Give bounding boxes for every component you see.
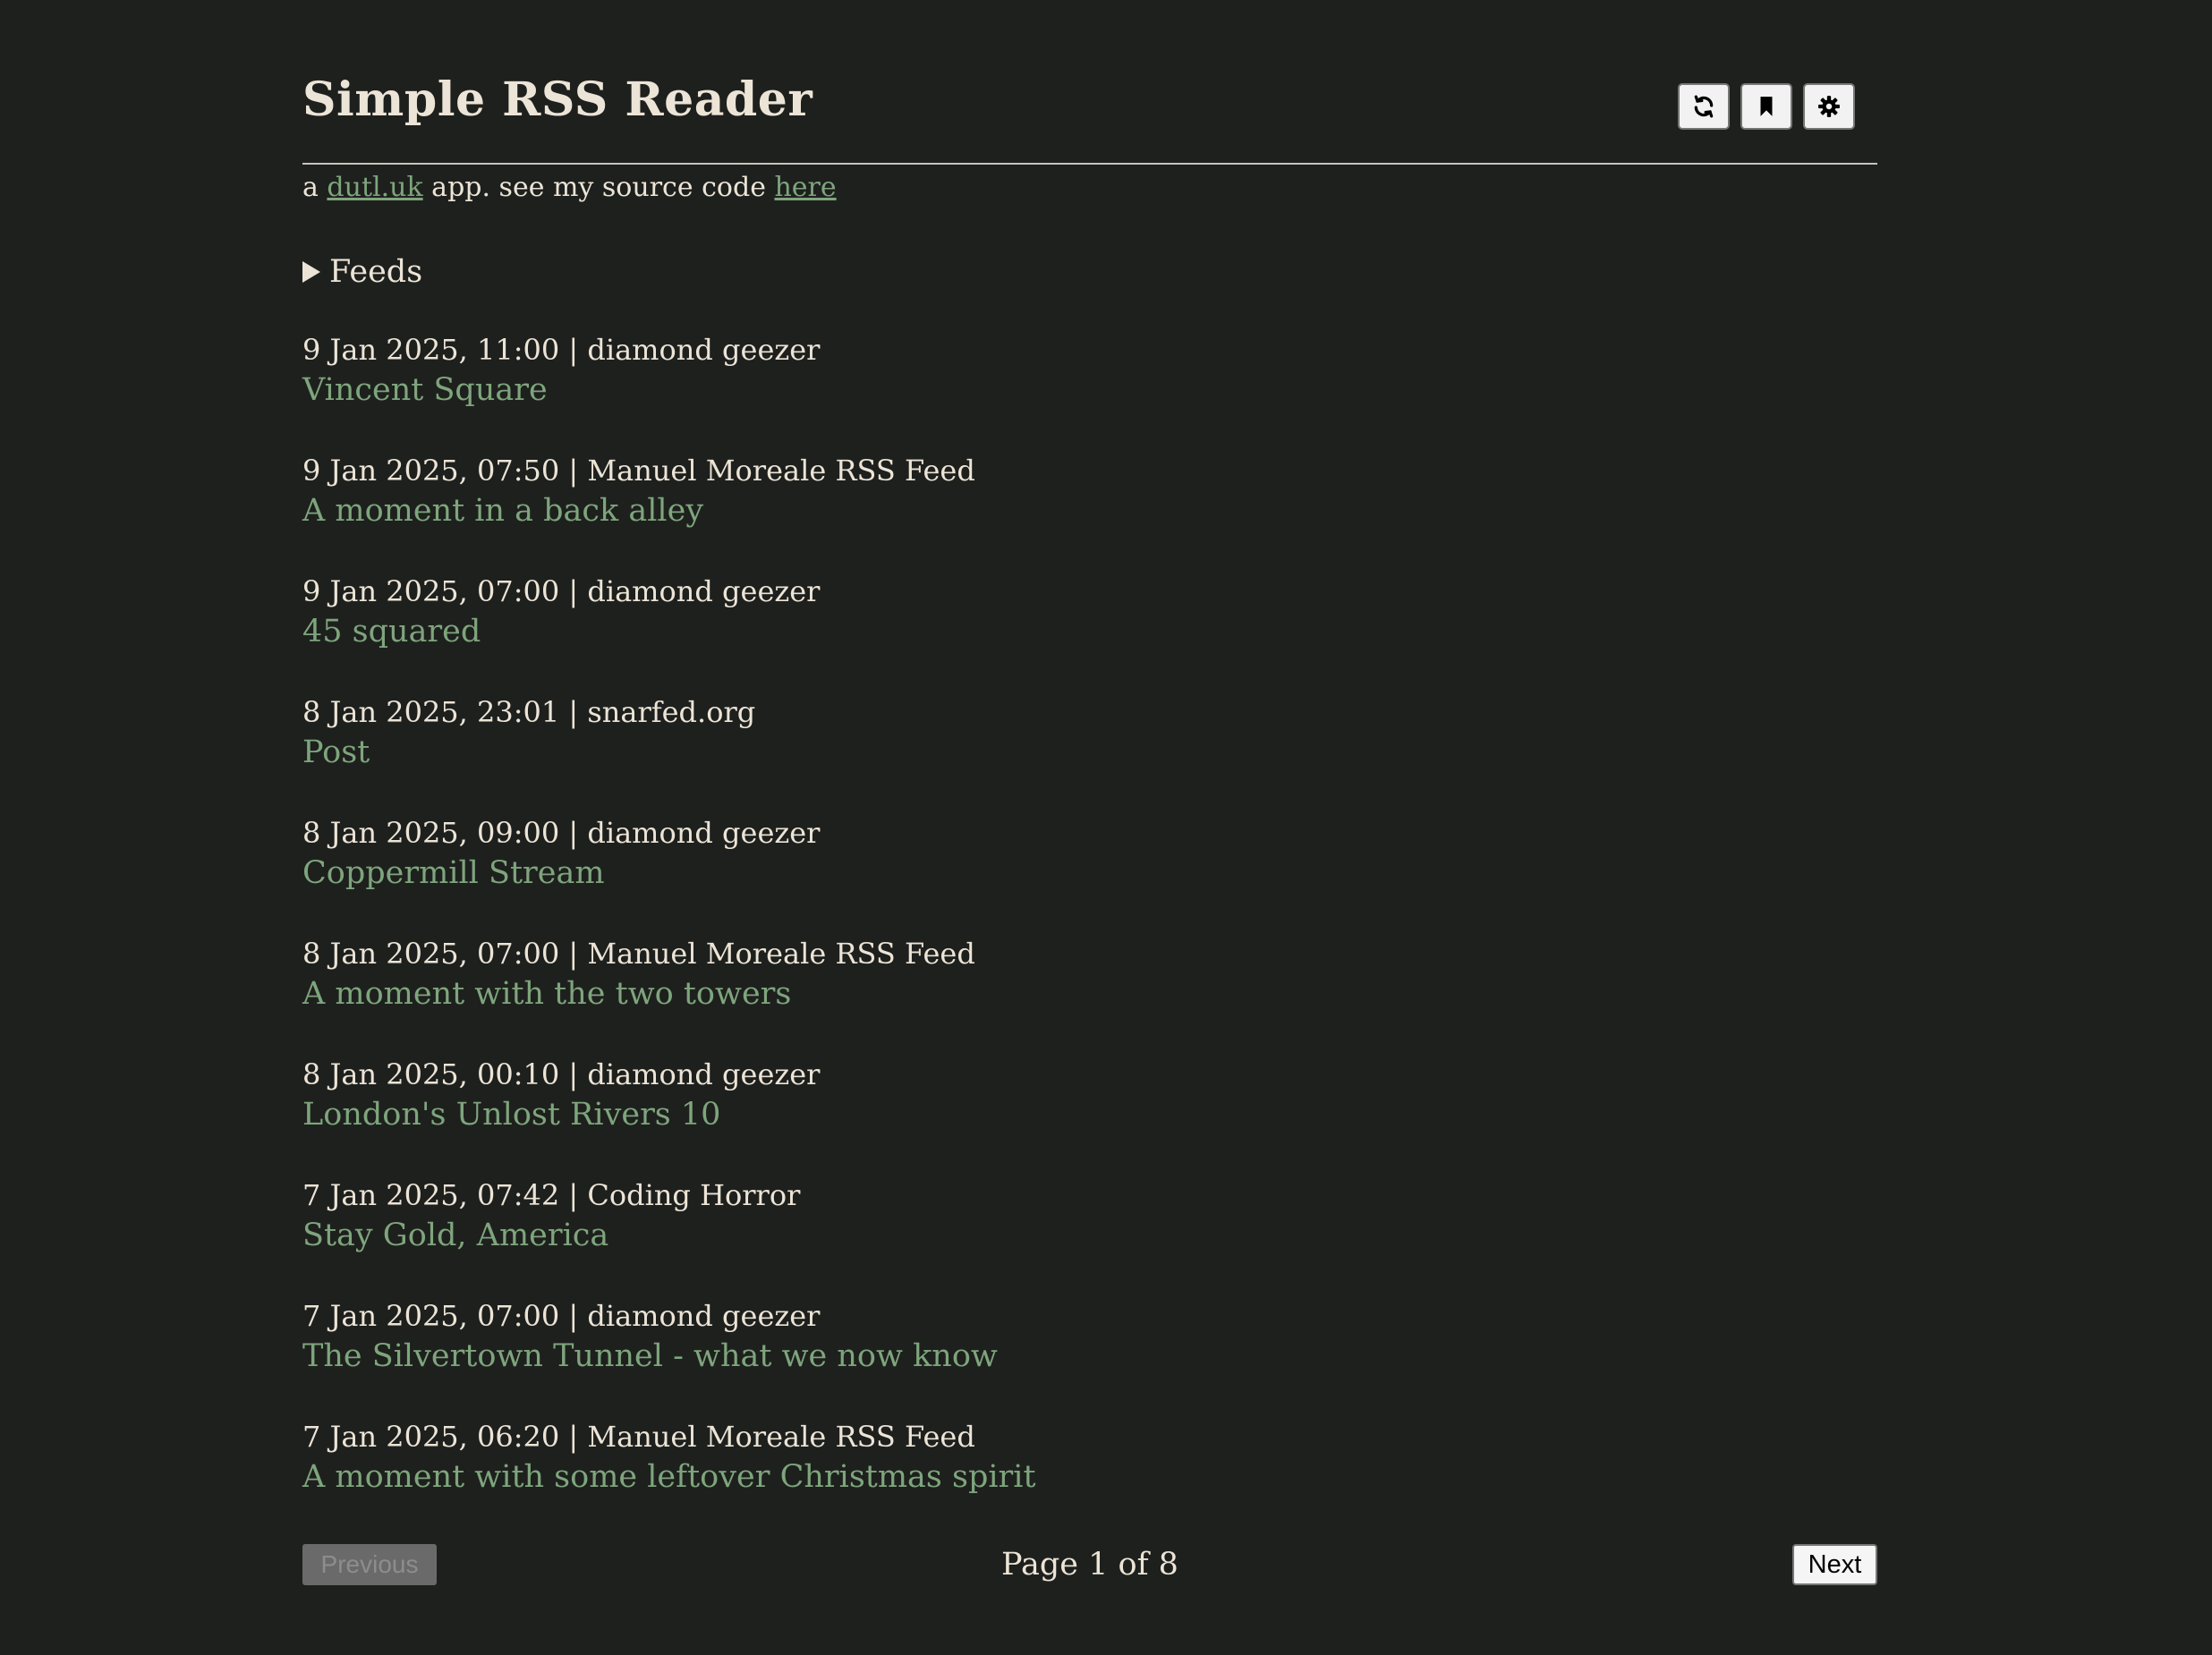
refresh-icon — [1694, 95, 1714, 118]
feed-item-list: 9 Jan 2025, 11:00 | diamond geezer Vince… — [302, 331, 1877, 1539]
feed-item: 7 Jan 2025, 07:00 | diamond geezer The S… — [302, 1297, 1877, 1418]
item-title-link[interactable]: London's Unlost Rivers 10 — [302, 1093, 1877, 1136]
item-meta: 9 Jan 2025, 07:50 | Manuel Moreale RSS F… — [302, 454, 975, 488]
pagination: Previous Page 1 of 8 Next — [302, 1544, 1877, 1587]
disclosure-triangle-icon — [302, 261, 320, 283]
feed-item: 9 Jan 2025, 07:50 | Manuel Moreale RSS F… — [302, 452, 1877, 573]
subtitle-middle: app. see my source code — [422, 172, 775, 203]
item-meta: 7 Jan 2025, 07:42 | Coding Horror — [302, 1178, 801, 1212]
bookmarks-button[interactable] — [1740, 83, 1792, 130]
item-meta: 8 Jan 2025, 00:10 | diamond geezer — [302, 1057, 821, 1091]
item-meta: 7 Jan 2025, 07:00 | diamond geezer — [302, 1299, 821, 1333]
item-title-link[interactable]: Stay Gold, America — [302, 1214, 1877, 1257]
item-meta: 8 Jan 2025, 09:00 | diamond geezer — [302, 816, 821, 850]
gear-icon — [1818, 96, 1840, 117]
next-button[interactable]: Next — [1792, 1544, 1877, 1585]
item-title-link[interactable]: A moment with some leftover Christmas sp… — [302, 1456, 1877, 1498]
source-code-link[interactable]: here — [774, 172, 836, 203]
page-container: Simple RSS Reader a dutl.uk app. see my … — [302, 0, 1877, 1585]
subtitle: a dutl.uk app. see my source code here — [302, 170, 837, 206]
item-title-link[interactable]: A moment with the two towers — [302, 972, 1877, 1015]
item-meta: 9 Jan 2025, 07:00 | diamond geezer — [302, 574, 821, 608]
subtitle-prefix: a — [302, 172, 328, 203]
header: Simple RSS Reader — [302, 0, 1877, 165]
feed-item: 9 Jan 2025, 07:00 | diamond geezer 45 sq… — [302, 573, 1877, 693]
feed-item: 8 Jan 2025, 00:10 | diamond geezer Londo… — [302, 1056, 1877, 1176]
item-title-link[interactable]: Coppermill Stream — [302, 852, 1877, 895]
feed-item: 7 Jan 2025, 06:20 | Manuel Moreale RSS F… — [302, 1418, 1877, 1539]
feed-item: 8 Jan 2025, 09:00 | diamond geezer Coppe… — [302, 814, 1877, 935]
item-meta: 7 Jan 2025, 06:20 | Manuel Moreale RSS F… — [302, 1420, 975, 1454]
page-title: Simple RSS Reader — [302, 72, 813, 127]
feed-item: 9 Jan 2025, 11:00 | diamond geezer Vince… — [302, 331, 1877, 452]
toolbar — [1678, 83, 1855, 130]
item-title-link[interactable]: Vincent Square — [302, 369, 1877, 412]
item-meta: 9 Jan 2025, 11:00 | diamond geezer — [302, 333, 821, 367]
feeds-toggle[interactable]: Feeds — [302, 250, 422, 293]
item-title-link[interactable]: Post — [302, 731, 1877, 774]
feed-item: 8 Jan 2025, 23:01 | snarfed.org Post — [302, 693, 1877, 814]
settings-button[interactable] — [1803, 83, 1855, 130]
item-title-link[interactable]: A moment in a back alley — [302, 489, 1877, 532]
item-meta: 8 Jan 2025, 23:01 | snarfed.org — [302, 695, 756, 729]
feed-item: 7 Jan 2025, 07:42 | Coding Horror Stay G… — [302, 1176, 1877, 1297]
item-title-link[interactable]: The Silvertown Tunnel - what we now know — [302, 1335, 1877, 1378]
feed-item: 8 Jan 2025, 07:00 | Manuel Moreale RSS F… — [302, 935, 1877, 1056]
bookmark-icon — [1760, 97, 1773, 116]
item-meta: 8 Jan 2025, 07:00 | Manuel Moreale RSS F… — [302, 937, 975, 971]
site-link[interactable]: dutl.uk — [327, 172, 422, 203]
feeds-label: Feeds — [329, 254, 423, 290]
item-title-link[interactable]: 45 squared — [302, 610, 1877, 653]
refresh-button[interactable] — [1678, 83, 1730, 130]
page-indicator: Page 1 of 8 — [1001, 1547, 1178, 1583]
